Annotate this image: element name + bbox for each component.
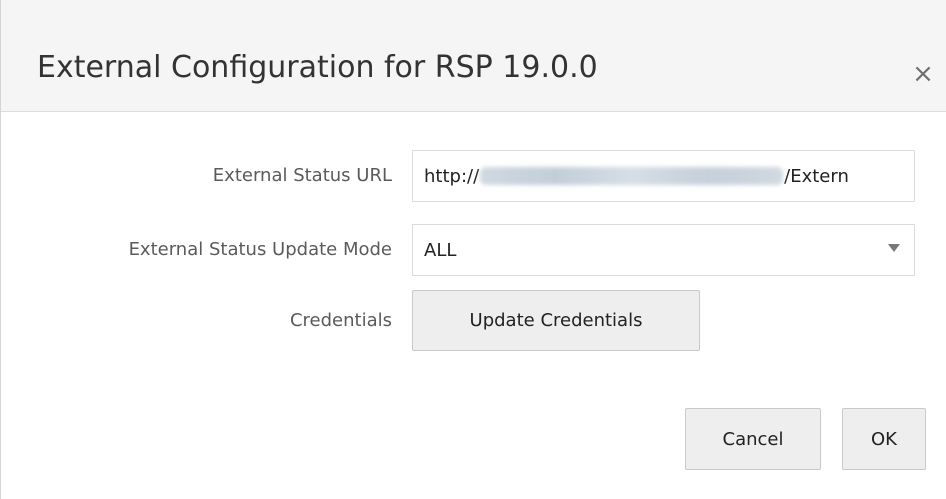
update-mode-selected-value: ALL — [424, 239, 457, 261]
chevron-down-icon — [888, 244, 900, 252]
external-status-url-label: External Status URL — [212, 165, 392, 186]
external-status-update-mode-select[interactable]: ALL — [412, 224, 915, 276]
credentials-label: Credentials — [289, 310, 392, 331]
dialog-title: External Configuration for RSP 19.0.0 — [37, 50, 598, 85]
url-value-prefix: http:// — [424, 165, 480, 187]
close-icon[interactable]: × — [911, 61, 935, 87]
external-status-update-mode-label: External Status Update Mode — [128, 239, 392, 260]
url-value-suffix: /Extern — [784, 165, 849, 187]
redacted-host-blur — [480, 167, 784, 185]
external-status-url-input[interactable]: http:// /Extern — [412, 150, 915, 202]
cancel-button[interactable]: Cancel — [685, 408, 821, 470]
ok-button[interactable]: OK — [842, 408, 926, 470]
external-configuration-dialog: External Configuration for RSP 19.0.0 × … — [0, 0, 946, 499]
update-credentials-button[interactable]: Update Credentials — [412, 290, 700, 351]
dialog-header: External Configuration for RSP 19.0.0 × — [1, 0, 946, 112]
